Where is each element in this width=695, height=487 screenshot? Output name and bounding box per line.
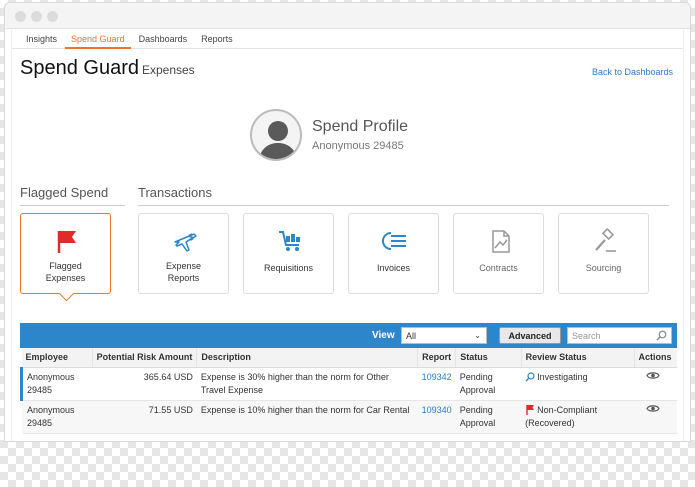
chevron-down-icon: ⌄ [474, 331, 481, 340]
col-report[interactable]: Report [417, 348, 457, 368]
card-invoices[interactable]: Invoices [348, 213, 439, 294]
col-actions: Actions [634, 348, 677, 368]
search-placeholder: Search [572, 331, 601, 341]
flag-icon [57, 231, 76, 253]
cell-description: Expense is 30% higher than the norm for … [196, 367, 418, 401]
browser-window: Insights Spend Guard Dashboards Reports … [4, 2, 691, 442]
search-input[interactable]: Search [567, 327, 672, 344]
cell-amount: 365.64 USD [92, 367, 197, 401]
card-label-line1: Expense [165, 261, 202, 271]
window-maximize-dot[interactable] [47, 11, 58, 22]
table-toolbar: View All ⌄ Advanced Search [20, 323, 677, 348]
cell-actions [634, 400, 677, 434]
cell-actions [634, 367, 677, 401]
tab-spend-guard[interactable]: Spend Guard [65, 29, 131, 49]
card-expense-reports[interactable]: $ Expense Reports [138, 213, 229, 294]
person-icon [258, 121, 298, 159]
tab-insights[interactable]: Insights [20, 29, 63, 49]
window-titlebar [5, 3, 690, 29]
cell-review-status: Investigating [521, 367, 634, 401]
card-requisitions[interactable]: Requisitions [243, 213, 334, 294]
eye-icon[interactable] [646, 371, 660, 380]
svg-text:$: $ [188, 233, 194, 243]
spend-profile: Spend Profile Anonymous 29485 [250, 109, 408, 161]
cell-amount: 71.55 USD [92, 400, 197, 434]
table-row[interactable]: Anonymous 29485 71.55 USD Expense is 10%… [21, 400, 677, 434]
red-flag-icon [526, 404, 535, 415]
card-flagged-expenses[interactable]: Flagged Expenses [20, 213, 111, 294]
cell-status: Pending Approval [455, 400, 522, 434]
report-link[interactable]: 109340 [422, 405, 452, 415]
gavel-icon [595, 228, 616, 252]
section-flagged-spend: Flagged Spend [20, 185, 125, 206]
col-review-status[interactable]: Review Status [521, 348, 635, 368]
report-link[interactable]: 109342 [422, 372, 452, 382]
page-subtitle: Expenses [141, 63, 195, 77]
app-content: Insights Spend Guard Dashboards Reports … [11, 29, 684, 441]
card-label-line1: Contracts [479, 263, 518, 273]
review-status-text: Investigating [537, 371, 588, 382]
avatar [250, 109, 302, 161]
cell-review-status: Non-Compliant (Recovered) [521, 400, 634, 434]
window-close-dot[interactable] [15, 11, 26, 22]
magnifier-icon [525, 371, 535, 381]
card-sourcing[interactable]: Sourcing [558, 213, 649, 294]
profile-id: Anonymous 29485 [312, 140, 404, 152]
table-header-row: Employee Potential Risk Amount Descripti… [21, 348, 677, 368]
cell-employee: Anonymous 29485 [20, 367, 93, 401]
cell-description: Expense is 10% higher than the norm for … [196, 400, 418, 434]
card-label-line2: Reports [167, 273, 200, 283]
eye-icon[interactable] [646, 404, 660, 413]
tab-dashboards[interactable]: Dashboards [133, 29, 194, 49]
cart-icon [279, 231, 300, 251]
card-label-line2: Expenses [45, 273, 86, 283]
window-minimize-dot[interactable] [31, 11, 42, 22]
view-label: View [372, 330, 395, 341]
col-status[interactable]: Status [455, 348, 522, 368]
view-select[interactable]: All ⌄ [401, 327, 487, 344]
advanced-button[interactable]: Advanced [499, 327, 561, 344]
card-label-line1: Sourcing [585, 263, 622, 273]
cell-status: Pending Approval [455, 367, 522, 401]
card-label-line1: Requisitions [263, 263, 314, 273]
transactions-table: Employee Potential Risk Amount Descripti… [20, 348, 677, 434]
invoice-icon [382, 232, 406, 250]
page-title: Spend Guard [20, 57, 139, 79]
col-description[interactable]: Description [196, 348, 419, 368]
section-transactions: Transactions [138, 185, 669, 206]
page-header: Spend Guard Expenses [20, 57, 195, 80]
top-nav-tabs: Insights Spend Guard Dashboards Reports [12, 29, 683, 49]
back-to-dashboards-link[interactable]: Back to Dashboards [592, 67, 673, 77]
contract-icon [492, 230, 510, 253]
view-select-value: All [406, 331, 417, 341]
transactions-table-panel: View All ⌄ Advanced Search Employee Pote… [20, 323, 677, 434]
col-employee[interactable]: Employee [21, 348, 93, 368]
col-risk-amount[interactable]: Potential Risk Amount [92, 348, 198, 368]
card-label-line1: Invoices [376, 263, 411, 273]
profile-name: Spend Profile [312, 118, 409, 135]
review-status-text: Non-Compliant (Recovered) [525, 404, 598, 428]
table-row[interactable]: Anonymous 29485 365.64 USD Expense is 30… [20, 367, 677, 401]
cell-employee: Anonymous 29485 [21, 400, 93, 434]
plane-dollar-icon: $ [174, 233, 197, 252]
search-icon[interactable] [656, 330, 667, 341]
card-contracts[interactable]: Contracts [453, 213, 544, 294]
card-label-line1: Flagged [49, 261, 82, 271]
tab-reports[interactable]: Reports [195, 29, 239, 49]
